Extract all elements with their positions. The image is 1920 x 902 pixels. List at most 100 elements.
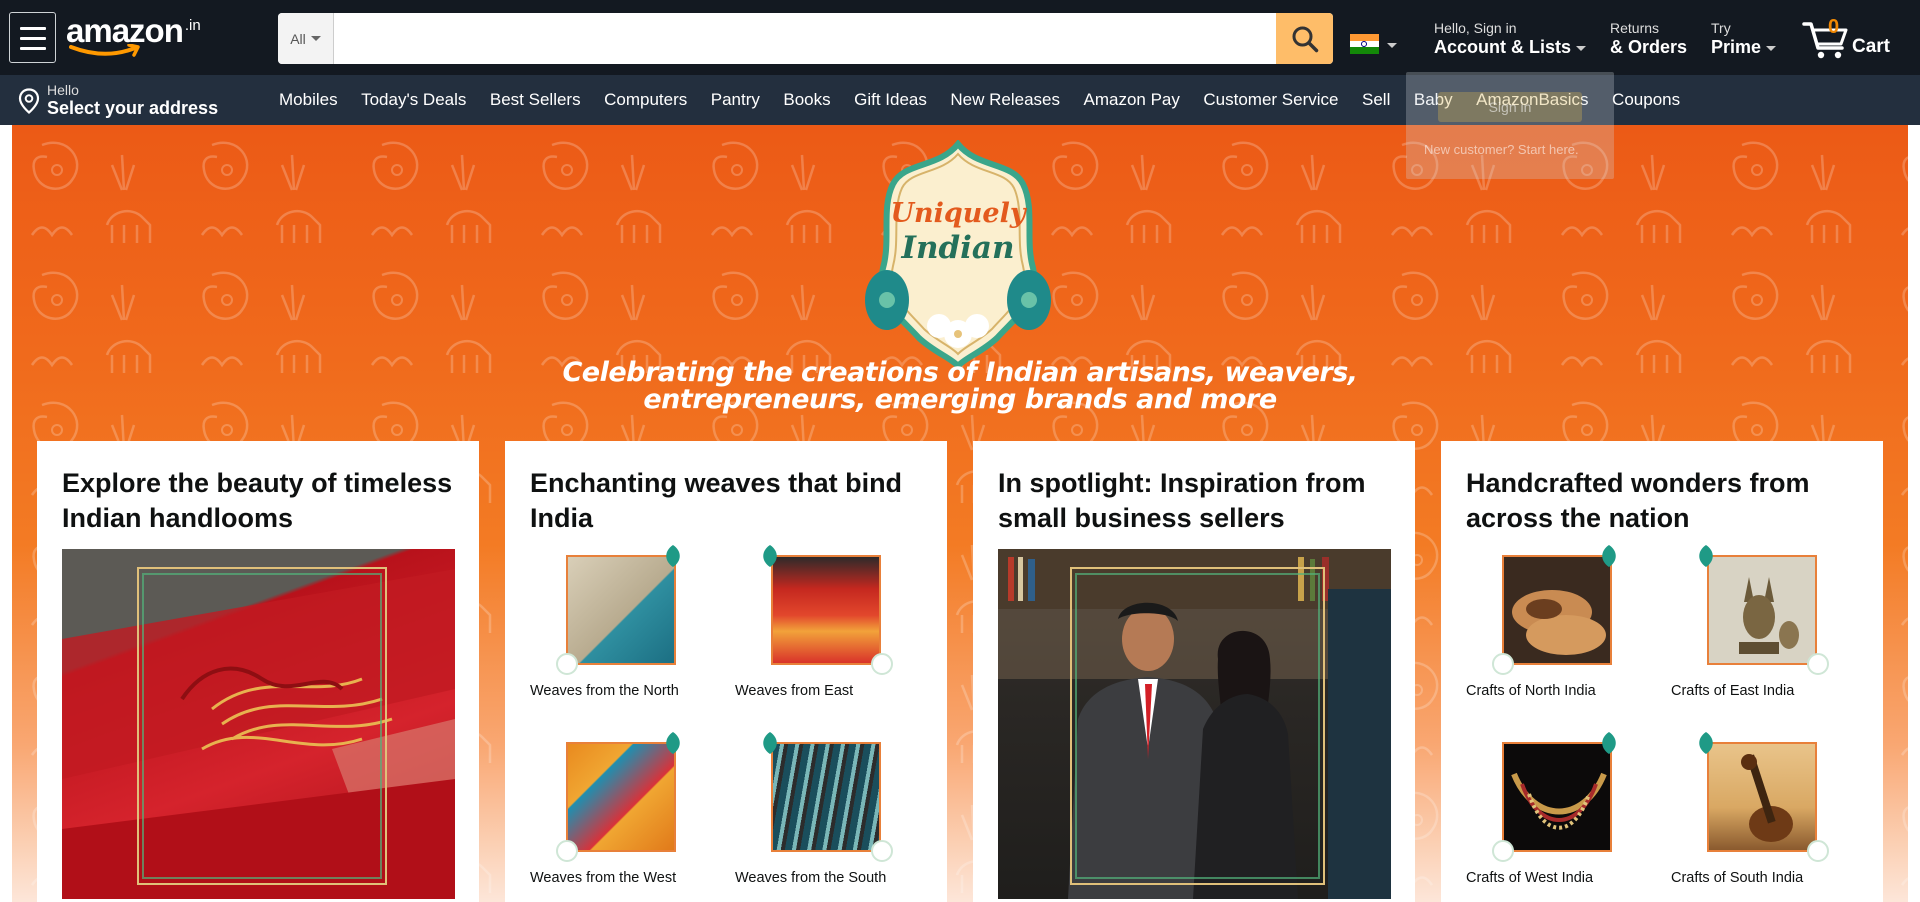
crafts-north-thumb	[1492, 545, 1618, 675]
address-greeting: Hello	[47, 82, 79, 98]
peacock-leaf-icon	[763, 732, 777, 754]
location-pin-icon	[18, 87, 40, 114]
orders-label: & Orders	[1610, 37, 1688, 57]
grid-item-label: Weaves from East	[735, 683, 854, 699]
returns-label: Returns	[1610, 20, 1660, 36]
subnav-item-pantry[interactable]: Pantry	[711, 90, 760, 110]
cart-icon	[1802, 22, 1848, 59]
hamburger-menu-icon[interactable]	[9, 12, 56, 63]
cart-button[interactable]: 0 Cart	[1802, 16, 1892, 61]
subnav-item-gift-ideas[interactable]: Gift Ideas	[854, 90, 927, 110]
select-address-label: Select your address	[47, 98, 219, 118]
badge-line1: Uniquely	[890, 198, 1027, 229]
crafts-south-thumb	[1699, 732, 1829, 862]
subnav-item-todays-deals[interactable]: Today's Deals	[361, 90, 466, 110]
logo-smile-icon	[69, 44, 140, 57]
veena-drawing	[1741, 754, 1793, 842]
india-flag-icon[interactable]	[1350, 34, 1379, 54]
subnav-item-sell[interactable]: Sell	[1362, 90, 1390, 110]
chevron-down-icon	[1576, 45, 1587, 51]
flower-icon	[1807, 653, 1829, 675]
small-business-sellers-image[interactable]	[998, 549, 1391, 899]
dhokra-figurines-drawing	[1739, 577, 1799, 654]
subnav-item-mobiles[interactable]: Mobiles	[279, 90, 338, 110]
cart-label: Cart	[1852, 36, 1891, 57]
subnav-item-amazon-pay[interactable]: Amazon Pay	[1084, 90, 1180, 110]
search-category-label: All	[290, 30, 306, 47]
peacock-leaf-icon	[666, 545, 680, 567]
weaves-west-thumb	[556, 732, 682, 862]
returns-and-orders[interactable]: Returns & Orders	[1610, 20, 1687, 58]
card-weaves: Enchanting weaves that bind India Weaves…	[505, 441, 947, 902]
card-spotlight: In spotlight: Inspiration from small bus…	[973, 441, 1415, 902]
hero-tagline: Celebrating the creations of Indian arti…	[12, 359, 1908, 413]
crafts-west-thumb	[1492, 732, 1618, 862]
subnav-item-customer-service[interactable]: Customer Service	[1203, 90, 1338, 110]
chevron-down-icon	[1766, 45, 1777, 51]
subnav-item-coupons[interactable]: Coupons	[1612, 90, 1680, 110]
signin-flyout: Sign in New customer? Start here.	[1406, 72, 1614, 179]
weaves-south-thumb	[763, 732, 893, 862]
juttis-drawing	[1512, 590, 1606, 655]
grid-item-label: Crafts of West India	[1466, 870, 1594, 886]
search-input[interactable]	[335, 13, 1273, 64]
handloom-image[interactable]	[62, 549, 455, 899]
grid-item-label: Crafts of East India	[1671, 683, 1795, 699]
prime-label: Prime	[1711, 37, 1762, 57]
card-title[interactable]: Explore the beauty of timeless Indian ha…	[62, 466, 462, 536]
peacock-leaf-icon	[666, 732, 680, 754]
necklace-drawing	[1511, 772, 1607, 830]
hero-tagline-line2: entrepreneurs, emerging brands and more	[643, 384, 1277, 415]
top-nav-bar: amazon .in All Hello, Sign in Account & L…	[0, 0, 1920, 75]
subnav-item-computers[interactable]: Computers	[604, 90, 687, 110]
search-category-dropdown[interactable]: All	[278, 13, 334, 64]
flower-icon	[556, 653, 578, 675]
new-customer-link[interactable]: New customer? Start here.	[1424, 142, 1579, 157]
peacock-leaf-icon	[1699, 732, 1713, 754]
cart-count: 0	[1828, 16, 1840, 38]
search-bar: All	[278, 13, 1333, 64]
flower-icon	[871, 840, 893, 862]
card-title[interactable]: Handcrafted wonders from across the nati…	[1466, 466, 1866, 536]
peacock-leaf-icon	[763, 545, 777, 567]
subnav-item-books[interactable]: Books	[783, 90, 830, 110]
account-greeting: Hello, Sign in	[1434, 20, 1517, 36]
peacock-leaf-icon	[1602, 732, 1616, 754]
account-lists-row: Account & Lists	[1434, 36, 1587, 58]
grid-item-label: Crafts of North India	[1466, 683, 1596, 699]
try-label: Try	[1711, 20, 1731, 36]
account-lists-label: Account & Lists	[1434, 37, 1572, 57]
card-handcrafted: Handcrafted wonders from across the nati…	[1441, 441, 1883, 902]
card-title[interactable]: In spotlight: Inspiration from small bus…	[998, 466, 1398, 536]
prime-row: Prime	[1711, 36, 1777, 58]
flower-icon	[871, 653, 893, 675]
amazon-logo[interactable]: amazon .in	[66, 14, 216, 60]
search-button[interactable]	[1276, 13, 1333, 64]
flower-icon	[1492, 653, 1514, 675]
crafts-east-thumb	[1699, 545, 1829, 675]
hero-tagline-line1: Celebrating the creations of Indian arti…	[562, 357, 1358, 388]
badge-line2: Indian	[900, 230, 1014, 266]
sub-nav-bar: Hello Select your address Mobiles Today'…	[0, 75, 1920, 125]
try-prime[interactable]: Try Prime	[1711, 20, 1777, 58]
grid-item-label: Weaves from the North	[530, 683, 679, 699]
peacock-leaf-icon	[1602, 545, 1616, 567]
flower-icon	[1807, 840, 1829, 862]
chevron-down-icon	[310, 36, 321, 41]
flower-icon	[556, 840, 578, 862]
flower-icon	[1492, 840, 1514, 862]
uniquely-indian-badge: Uniquely Indian	[865, 140, 1051, 370]
weaves-east-thumb	[763, 545, 893, 675]
card-title[interactable]: Enchanting weaves that bind India	[530, 466, 930, 536]
grid-item-label: Weaves from the South	[735, 870, 887, 886]
grid-item-label: Weaves from the West	[530, 870, 677, 886]
language-chevron-down-icon[interactable]	[1387, 43, 1397, 48]
signin-button[interactable]: Sign in	[1438, 92, 1582, 122]
account-and-lists[interactable]: Hello, Sign in Account & Lists	[1434, 20, 1587, 58]
search-icon	[1292, 26, 1318, 52]
card-handlooms: Explore the beauty of timeless Indian ha…	[37, 441, 479, 902]
logo-suffix: .in	[184, 17, 201, 34]
subnav-item-new-releases[interactable]: New Releases	[950, 90, 1060, 110]
subnav-item-best-sellers[interactable]: Best Sellers	[490, 90, 581, 110]
delivery-address[interactable]: Hello Select your address	[18, 83, 218, 118]
